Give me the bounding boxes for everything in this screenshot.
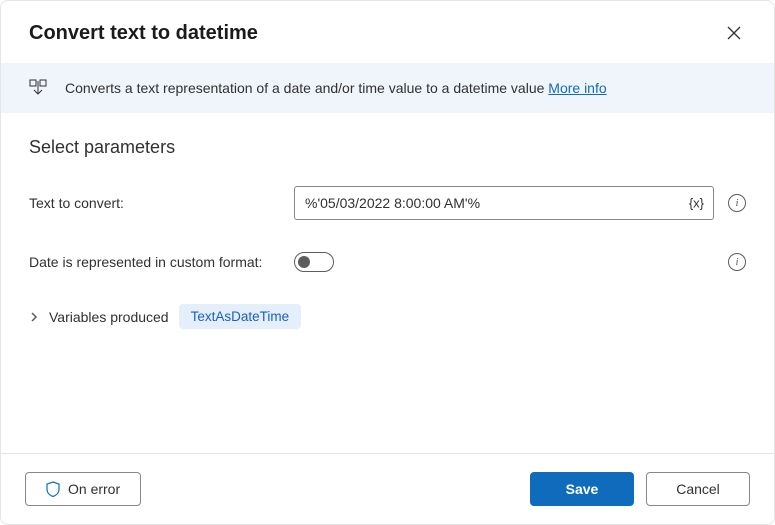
variables-produced-row: Variables produced TextAsDateTime (29, 304, 746, 329)
cancel-label: Cancel (676, 481, 720, 497)
save-label: Save (566, 481, 599, 497)
custom-format-label: Date is represented in custom format: (29, 254, 294, 270)
save-button[interactable]: Save (530, 472, 634, 506)
dialog-content: Select parameters Text to convert: {x} i… (1, 113, 774, 453)
text-to-datetime-icon (29, 79, 47, 97)
more-info-link[interactable]: More info (548, 80, 606, 96)
expand-chevron-icon[interactable] (29, 311, 39, 323)
variables-produced-label: Variables produced (49, 309, 169, 325)
custom-format-toggle[interactable] (294, 252, 334, 272)
text-to-convert-info-icon[interactable]: i (728, 194, 746, 212)
dialog-title: Convert text to datetime (29, 22, 258, 45)
convert-text-to-datetime-dialog: Convert text to datetime Converts a text… (0, 0, 775, 525)
text-to-convert-label: Text to convert: (29, 195, 294, 211)
custom-format-info-icon[interactable]: i (728, 253, 746, 271)
banner-text-wrap: Converts a text representation of a date… (65, 80, 607, 96)
custom-format-row: Date is represented in custom format: i (29, 252, 746, 272)
insert-variable-icon[interactable]: {x} (685, 194, 708, 213)
text-to-convert-input[interactable] (294, 186, 714, 220)
text-to-convert-control: {x} i (294, 186, 746, 220)
on-error-button[interactable]: On error (25, 472, 141, 506)
banner-text: Converts a text representation of a date… (65, 80, 548, 96)
on-error-label: On error (68, 481, 120, 497)
variable-badge[interactable]: TextAsDateTime (179, 304, 302, 329)
close-button[interactable] (722, 21, 746, 45)
dialog-header: Convert text to datetime (1, 1, 774, 63)
close-icon (727, 26, 741, 40)
toggle-knob (298, 256, 310, 268)
dialog-footer: On error Save Cancel (1, 453, 774, 524)
custom-format-control: i (294, 252, 746, 272)
section-title: Select parameters (29, 137, 746, 158)
shield-icon (46, 481, 60, 497)
text-input-wrapper: {x} (294, 186, 714, 220)
cancel-button[interactable]: Cancel (646, 472, 750, 506)
text-to-convert-row: Text to convert: {x} i (29, 186, 746, 220)
info-banner: Converts a text representation of a date… (1, 63, 774, 113)
